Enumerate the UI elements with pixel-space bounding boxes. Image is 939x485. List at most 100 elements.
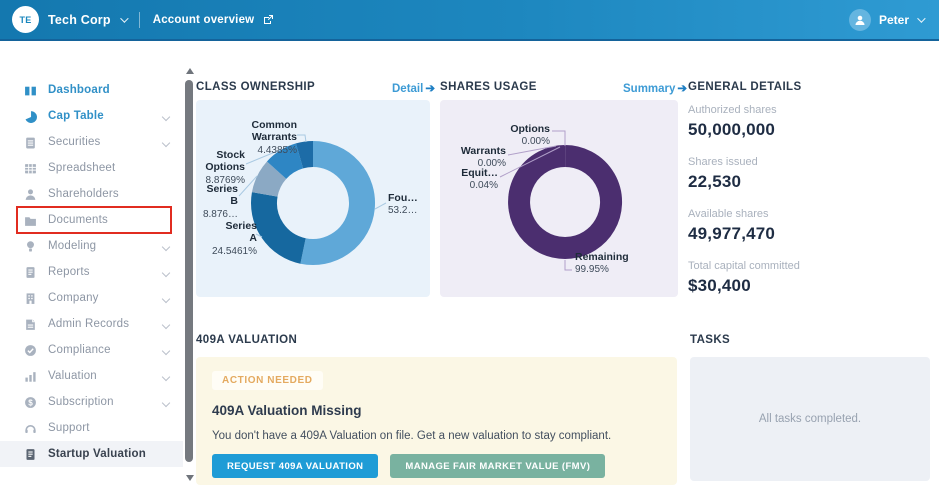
donut-label-options: Options 0.00% [510,123,550,148]
donut-label-common-warrants: Common Warrants 4.4385% [251,119,298,156]
shares-usage-chart: Options 0.00% Warrants 0.00% Equit… 0.04% Rema… [440,100,678,297]
modeling-icon [24,240,37,253]
chevron-down-icon[interactable] [161,237,171,255]
detail-label: Total capital committed [688,260,800,272]
chevron-down-icon[interactable] [119,13,129,23]
donut-segment-founders[interactable] [300,141,375,265]
leader-line [564,260,572,271]
startup-valuation-icon [24,448,37,461]
chevron-down-icon[interactable] [161,393,171,411]
sidebar-item-admin-records[interactable]: Admin Records [0,311,183,337]
manage-fmv-button[interactable]: MANAGE FAIR MARKET VALUE (FMV) [390,454,606,478]
sidebar-item-subscription[interactable]: $ Subscription [0,389,183,415]
scroll-down-arrow-icon[interactable] [186,475,194,481]
donut-segment-remaining[interactable] [508,145,623,259]
sidebar-item-compliance[interactable]: Compliance [0,337,183,363]
company-avatar[interactable]: TE [12,6,39,33]
general-details-list: Authorized shares 50,000,000 Shares issued… [688,104,933,312]
valuation-409a-body: You don't have a 409A Valuation on file.… [212,430,612,442]
external-link-icon[interactable] [263,14,274,25]
detail-value: 22,530 [688,172,742,191]
compliance-icon [24,344,37,357]
detail-link[interactable]: Detail ➔ [392,81,435,95]
subscription-icon: $ [24,396,37,409]
detail-label: Available shares [688,208,769,220]
class-ownership-chart: Fou… 53.2… Series A 24.5461% Series B 8.876… S… [196,100,430,297]
sidebar-item-company[interactable]: Company [0,285,183,311]
donut-label-founders: Fou… 53.2… [388,192,418,217]
sidebar-item-label: Cap Table [48,110,104,122]
valuation-icon [24,370,37,383]
sidebar-item-securities[interactable]: Securities [0,129,183,155]
sidebar-item-cap-table[interactable]: Cap Table [0,103,183,129]
scrollbar-thumb[interactable] [185,80,193,462]
sidebar-item-label: Support [48,422,90,434]
donut-chart-svg [499,130,623,271]
chevron-down-icon[interactable] [161,315,171,333]
reports-icon [24,266,37,279]
leader-line [374,202,387,210]
donut-label-remaining: Remaining 99.95% [575,251,629,276]
user-avatar-icon [848,8,871,31]
sidebar-item-label: Documents [48,214,108,226]
valuation-409a-heading: 409A Valuation Missing [212,403,362,418]
detail-label: Shares issued [688,156,758,168]
chevron-down-icon[interactable] [161,289,171,307]
sidebar: Dashboard Cap Table Securities Spreadsheet S… [0,42,183,485]
vertical-scrollbar[interactable] [183,42,196,485]
detail-label: Authorized shares [688,104,777,116]
class-ownership-title: CLASS OWNERSHIP [196,81,316,93]
valuation-409a-title: 409A VALUATION [196,334,298,346]
arrow-right-icon: ➔ [425,83,435,95]
sidebar-item-label: Startup Valuation [48,448,146,460]
detail-value: 50,000,000 [688,120,776,139]
chevron-down-icon[interactable] [161,263,171,281]
detail-item: Shares issued 22,530 [688,156,933,192]
company-initials: TE [19,14,32,25]
sidebar-item-label: Company [48,292,99,304]
donut-segment-stock-options[interactable] [266,143,304,180]
company-name[interactable]: Tech Corp [48,13,111,27]
sidebar-item-shareholders[interactable]: Shareholders [0,181,183,207]
account-overview-link[interactable]: Account overview [153,14,255,26]
user-name: Peter [878,12,909,27]
sidebar-item-spreadsheet[interactable]: Spreadsheet [0,155,183,181]
scroll-up-arrow-icon[interactable] [186,68,194,74]
sidebar-item-label: Compliance [48,344,111,356]
company-icon [24,292,37,305]
svg-text:$: $ [28,398,33,407]
sidebar-item-reports[interactable]: Reports [0,259,183,285]
chevron-down-icon[interactable] [161,367,171,385]
tasks-title: TASKS [690,334,731,346]
sidebar-item-support[interactable]: Support [0,415,183,441]
detail-item: Available shares 49,977,470 [688,208,933,244]
sidebar-item-valuation[interactable]: Valuation [0,363,183,389]
sidebar-item-documents[interactable]: Documents [0,206,183,234]
chevron-down-icon[interactable] [161,133,171,151]
chevron-down-icon[interactable] [161,341,171,359]
donut-segment-series-b[interactable] [251,161,287,198]
general-details-title: GENERAL DETAILS [688,81,802,93]
sidebar-item-label: Subscription [48,396,114,408]
detail-item: Total capital committed $30,400 [688,260,933,296]
sidebar-item-label: Reports [48,266,90,278]
securities-icon [24,136,37,149]
user-menu[interactable]: Peter [848,8,926,31]
sidebar-item-label: Admin Records [48,318,130,330]
detail-value: $30,400 [688,276,751,295]
valuation-409a-card: ACTION NEEDED 409A Valuation Missing You… [196,357,677,485]
admin-records-icon [24,318,37,331]
chevron-down-icon[interactable] [161,107,171,125]
support-icon [24,422,37,435]
donut-segment-common-warrants[interactable] [295,140,314,169]
sidebar-item-dashboard[interactable]: Dashboard [0,77,183,103]
sidebar-item-label: Valuation [48,370,97,382]
sidebar-item-label: Modeling [48,240,97,252]
sidebar-item-modeling[interactable]: Modeling [0,233,183,259]
summary-link[interactable]: Summary ➔ [623,81,687,95]
request-409a-valuation-button[interactable]: REQUEST 409A VALUATION [212,454,379,478]
leader-line [297,134,307,143]
donut-segment-series-a[interactable] [251,192,307,264]
sidebar-item-startup-valuation[interactable]: Startup Valuation [0,441,183,467]
status-badge: ACTION NEEDED [212,371,323,390]
